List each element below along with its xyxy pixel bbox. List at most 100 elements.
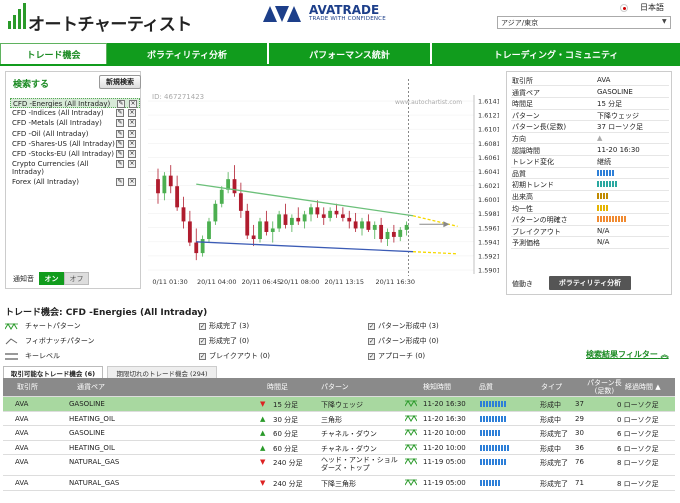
delete-icon[interactable]: ×	[128, 139, 136, 148]
column-header[interactable]: 取引所	[17, 383, 38, 391]
candle-body	[302, 214, 307, 222]
saved-search-item[interactable]: CFD -Indices (All Intraday) ✎ ×	[10, 108, 140, 118]
cell-length: 36	[575, 443, 584, 452]
column-header[interactable]: パターン長 (足数)	[587, 379, 622, 395]
filter-breakout[interactable]: ✓ ブレイクアウト (0)	[199, 351, 270, 361]
language-selector[interactable]: 日本語	[640, 2, 664, 13]
edit-icon[interactable]: ✎	[117, 100, 125, 108]
info-row: 出来高	[511, 191, 669, 203]
saved-search-item[interactable]: CFD -Oil (All Intraday) ✎ ×	[10, 129, 140, 139]
delete-icon[interactable]: ×	[129, 100, 137, 108]
y-tick-label: 1.5921	[478, 252, 499, 260]
info-key: 品質	[512, 169, 526, 178]
legend-chart-pattern-label: チャートパターン	[25, 322, 81, 330]
edit-icon[interactable]: ✎	[116, 109, 124, 118]
delete-icon[interactable]: ×	[128, 119, 136, 128]
edit-icon[interactable]: ✎	[116, 149, 124, 158]
delete-icon[interactable]: ×	[128, 109, 136, 118]
edit-icon[interactable]: ✎	[116, 178, 124, 187]
candle-body	[168, 175, 173, 187]
new-search-button[interactable]: 新規検索	[99, 75, 141, 89]
cell-pattern: ヘッド・アンド・ショルダーズ・トップ	[321, 456, 398, 473]
delete-icon[interactable]: ×	[128, 149, 136, 158]
key-level-icon	[5, 353, 18, 359]
filter-completed-chart[interactable]: ✓ 形成完了 (3)	[199, 321, 249, 331]
candle-body	[187, 221, 192, 243]
tab-performance[interactable]: パフォーマンス統計	[269, 43, 432, 65]
info-row: 方向 ▲	[511, 133, 669, 145]
saved-search-label: CFD -Stocks-EU (All Intraday)	[12, 149, 115, 158]
column-header[interactable]: パターン	[321, 383, 349, 391]
search-title: 検索する	[13, 80, 50, 90]
filter-approach[interactable]: ✓ アプローチ (0)	[368, 351, 425, 361]
checkbox[interactable]: ✓	[368, 322, 375, 330]
checkbox[interactable]: ✓	[199, 352, 206, 360]
cell-detect-time: 11-19 05:00	[423, 458, 466, 467]
info-row: 取引所 AVA	[511, 75, 669, 87]
candle-body	[270, 228, 275, 232]
tab-community[interactable]: トレーディング・コミュニティ	[432, 43, 680, 65]
column-header[interactable]: 品質	[479, 383, 493, 391]
checkbox[interactable]: ✓	[199, 337, 206, 345]
legend-fibonacci-label: フィボナッチパターン	[25, 337, 95, 345]
cell-detect-time: 11-20 16:30	[423, 414, 466, 423]
saved-search-item[interactable]: Crypto Currencies (All Intraday) ✎ ×	[10, 159, 140, 177]
filter-label: パターン形成中 (0)	[378, 337, 439, 345]
timezone-select[interactable]: アジア/東京	[497, 16, 671, 29]
header: オートチャーティスト AVATRADE TRADE WITH CONFIDENC…	[0, 0, 680, 40]
info-row: パターン 下降ウェッジ	[511, 110, 669, 122]
checkbox[interactable]: ✓	[368, 337, 375, 345]
cell-symbol: HEATING_OIL	[69, 414, 115, 423]
edit-icon[interactable]: ✎	[116, 119, 124, 128]
table-row[interactable]: AVA GASOLINE ▲ 60 分足 チャネル・ダウン 11-20 10:00 形成完了…	[3, 426, 675, 441]
info-key: 均一性	[512, 204, 533, 213]
table-row[interactable]: AVA GASOLINE ▼ 15 分足 下降ウェッジ 11-20 16:30 形成中 37 0…	[3, 397, 675, 412]
filter-completed-fib[interactable]: ✓ 形成完了 (0)	[199, 336, 249, 346]
saved-search-item[interactable]: CFD -Energies (All Intraday) ✎ ×	[10, 98, 140, 109]
saved-search-item[interactable]: Forex (All Intraday) ✎ ×	[10, 177, 140, 187]
table-row[interactable]: AVA NATURAL_GAS ▼ 240 分足 ヘッド・アンド・ショルダーズ・トップ 1…	[3, 455, 675, 477]
sound-on-toggle[interactable]: オン	[39, 272, 64, 285]
result-filter-link[interactable]: 検索結果フィルター ︽	[586, 349, 669, 360]
saved-search-label: CFD -Indices (All Intraday)	[12, 109, 104, 118]
cell-length: 71	[575, 479, 584, 488]
column-header-text: 経過時間 ▲	[625, 383, 661, 391]
app-logo-text[interactable]: オートチャーティスト	[28, 10, 192, 35]
column-header[interactable]: タイプ	[541, 383, 562, 391]
info-key: 初期トレンド	[512, 181, 554, 190]
edit-icon[interactable]: ✎	[116, 160, 124, 169]
checkbox[interactable]: ✓	[199, 322, 206, 330]
tab-trade-opportunities[interactable]: トレード機会	[0, 43, 107, 65]
delete-icon[interactable]: ×	[128, 178, 136, 187]
saved-search-item[interactable]: CFD -Stocks-EU (All Intraday) ✎ ×	[10, 149, 140, 159]
tab-expired-opportunities[interactable]: 期限切れのトレード機会 (294)	[107, 366, 217, 378]
filter-emerging-chart[interactable]: ✓ パターン形成中 (3)	[368, 321, 439, 331]
column-header[interactable]: 検知時間	[423, 383, 451, 391]
volatility-analysis-button[interactable]: ボラティリティ分析	[549, 276, 631, 290]
edit-icon[interactable]: ✎	[116, 139, 124, 148]
saved-search-item[interactable]: CFD -Metals (All Intraday) ✎ ×	[10, 118, 140, 128]
column-header[interactable]: 通貨ペア	[77, 383, 105, 391]
column-header[interactable]: 時間足	[267, 383, 288, 391]
edit-icon[interactable]: ✎	[116, 129, 124, 138]
checkbox[interactable]: ✓	[368, 352, 375, 360]
quality-bars	[597, 181, 617, 188]
tab-active-opportunities[interactable]: 取引可能なトレード機会 (6)	[3, 366, 103, 378]
delete-icon[interactable]: ×	[128, 160, 136, 169]
table-row[interactable]: AVA NATURAL_GAS ▼ 240 分足 下降三角形 11-19 05:00 形成完…	[3, 476, 675, 491]
chart-pattern-icon	[405, 414, 417, 422]
legend-fibonacci: フィボナッチパターン	[5, 336, 95, 346]
y-tick-label: 1.6021	[478, 182, 499, 190]
tab-volatility[interactable]: ボラティリティ分析	[107, 43, 269, 65]
filter-emerging-fib[interactable]: ✓ パターン形成中 (0)	[368, 336, 439, 346]
sound-off-toggle[interactable]: オフ	[64, 272, 89, 285]
delete-icon[interactable]: ×	[128, 129, 136, 138]
info-key: 出来高	[512, 193, 533, 201]
x-tick-label: 20/11 16:30	[376, 278, 416, 286]
candle-body	[366, 221, 371, 230]
table-row[interactable]: AVA HEATING_OIL ▲ 60 分足 チャネル・ダウン 11-20 10:00 形…	[3, 441, 675, 456]
arrow-up-icon: ▲	[260, 429, 266, 438]
column-header[interactable]: 経過時間 ▲	[625, 383, 661, 391]
table-row[interactable]: AVA HEATING_OIL ▲ 30 分足 三角形 11-20 16:30 形成中 29 0…	[3, 412, 675, 427]
saved-search-item[interactable]: CFD -Shares-US (All Intraday) ✎ ×	[10, 139, 140, 149]
